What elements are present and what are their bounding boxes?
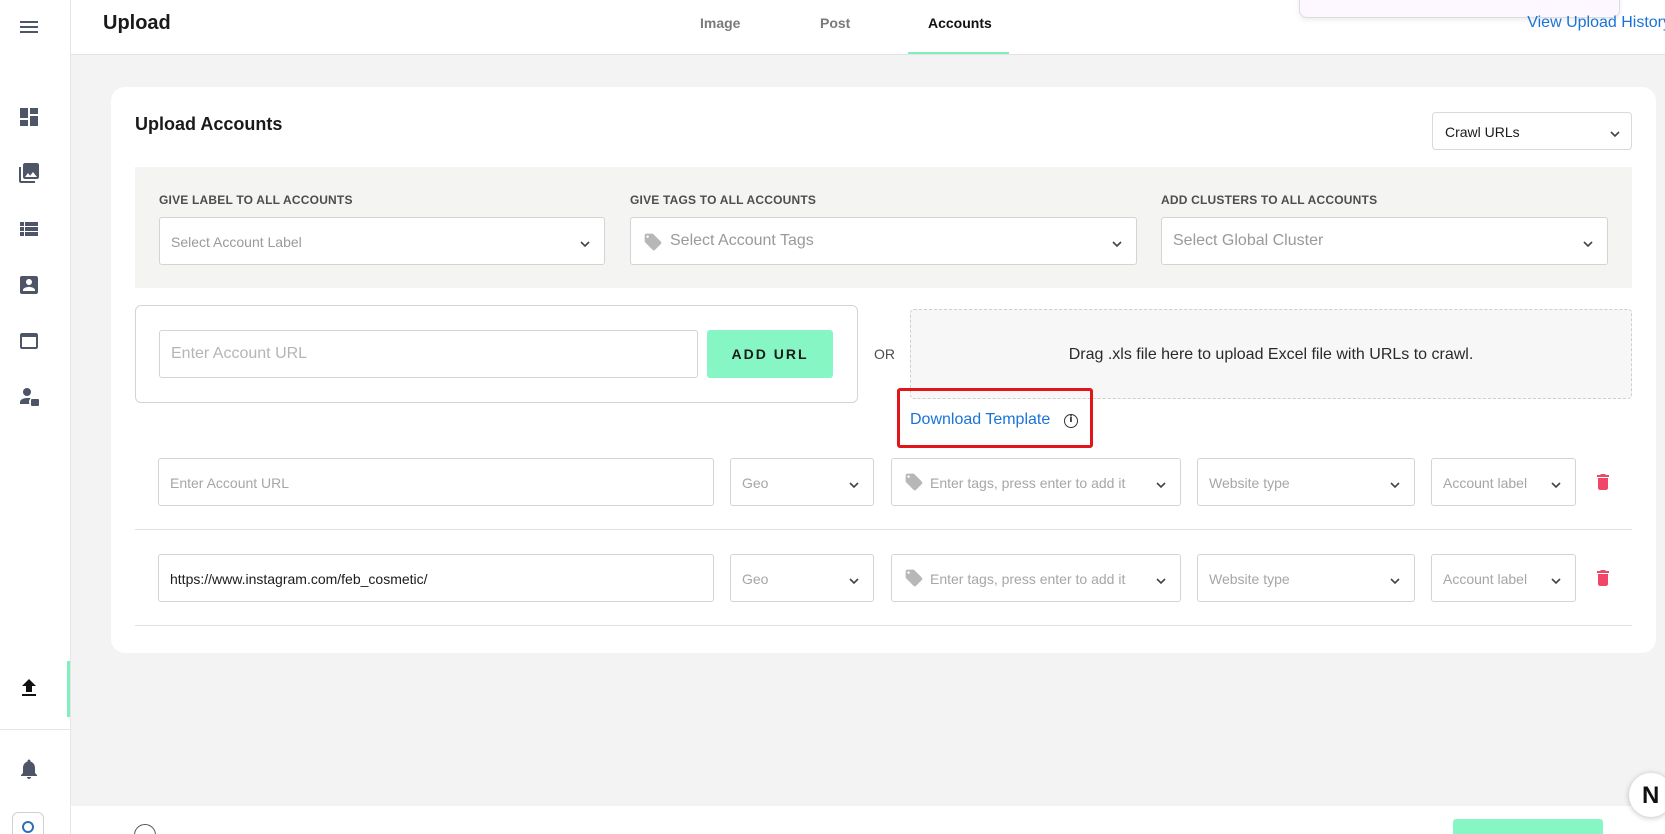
account-label-placeholder: Select Account Label (171, 234, 302, 250)
tag-icon (903, 472, 925, 492)
row-url-placeholder: Enter Account URL (170, 475, 290, 491)
website-type-select[interactable]: Website type (1197, 458, 1415, 506)
card-title: Upload Accounts (135, 114, 283, 134)
upload-accounts-card: Upload Accounts Crawl URLs GIVE LABEL TO… (111, 87, 1656, 653)
geo-placeholder: Geo (742, 571, 769, 587)
chevron-down-icon (849, 573, 859, 585)
chevron-down-icon (1390, 477, 1400, 489)
user-settings-icon[interactable] (17, 385, 41, 409)
tag-icon (642, 232, 664, 252)
account-row: Enter Account URL Geo Enter tags, press … (135, 434, 1632, 530)
crawl-mode-select[interactable]: Crawl URLs (1432, 112, 1632, 150)
geo-select[interactable]: Geo (730, 554, 874, 602)
view-upload-history-link[interactable]: View Upload History (1527, 14, 1665, 32)
download-template-link[interactable]: Download Template (910, 411, 1050, 429)
or-separator: OR (874, 346, 895, 362)
add-url-box: Enter Account URL ADD URL (135, 305, 858, 403)
chevron-down-icon (1551, 573, 1561, 585)
account-url-placeholder: Enter Account URL (171, 345, 308, 362)
chevron-down-icon (1390, 573, 1400, 585)
browser-window-icon[interactable] (17, 329, 41, 353)
top-header: Upload Image Post Accounts View Upload H… (71, 0, 1665, 55)
workspace-logo-icon (22, 821, 34, 833)
chevron-down-icon (1156, 573, 1166, 585)
tags-heading: GIVE TAGS TO ALL ACCOUNTS (630, 193, 817, 207)
delete-icon[interactable] (1597, 570, 1609, 586)
row-tags-input[interactable]: Enter tags, press enter to add it (891, 554, 1181, 602)
global-cluster-placeholder: Select Global Cluster (1173, 232, 1324, 249)
chevron-down-icon (580, 236, 590, 248)
row-tags-placeholder: Enter tags, press enter to add it (930, 571, 1126, 587)
account-tags-select[interactable]: Select Account Tags (630, 217, 1137, 265)
global-cluster-select[interactable]: Select Global Cluster (1161, 217, 1608, 265)
select-all-radio[interactable] (134, 824, 156, 834)
clusters-heading: ADD CLUSTERS TO ALL ACCOUNTS (1161, 193, 1378, 207)
chevron-down-icon (1551, 477, 1561, 489)
add-url-button[interactable]: ADD URL (707, 330, 833, 378)
tab-accounts[interactable]: Accounts (928, 15, 992, 31)
account-label-select[interactable]: Select Account Label (159, 217, 605, 265)
label-heading: GIVE LABEL TO ALL ACCOUNTS (159, 193, 353, 207)
website-type-select[interactable]: Website type (1197, 554, 1415, 602)
page-title: Upload (103, 12, 171, 34)
workspace-avatar[interactable] (12, 812, 44, 834)
dropzone-text: Drag .xls file here to upload Excel file… (1068, 346, 1474, 363)
list-icon[interactable] (17, 217, 41, 241)
row-tags-input[interactable]: Enter tags, press enter to add it (891, 458, 1181, 506)
active-nav-indicator (67, 661, 70, 717)
account-label-placeholder: Account label (1443, 571, 1528, 587)
chevron-down-icon (1610, 126, 1620, 138)
gallery-icon[interactable] (17, 161, 41, 185)
website-type-placeholder: Website type (1209, 475, 1290, 491)
row-tags-placeholder: Enter tags, press enter to add it (930, 475, 1126, 491)
account-label-select[interactable]: Account label (1431, 554, 1576, 602)
info-icon[interactable] (1064, 414, 1078, 428)
upload-icon[interactable] (17, 676, 41, 700)
account-box-icon[interactable] (17, 273, 41, 297)
dashboard-icon[interactable] (17, 105, 41, 129)
geo-placeholder: Geo (742, 475, 769, 491)
delete-icon[interactable] (1597, 474, 1609, 490)
account-tags-placeholder: Select Account Tags (670, 232, 814, 249)
crawl-mode-value: Crawl URLs (1445, 124, 1520, 140)
bottom-action-bar (71, 806, 1665, 834)
tab-image[interactable]: Image (700, 15, 740, 31)
sidebar-divider (0, 729, 71, 730)
excel-dropzone[interactable]: Drag .xls file here to upload Excel file… (910, 309, 1632, 399)
tab-post[interactable]: Post (820, 15, 850, 31)
account-label-placeholder: Account label (1443, 475, 1528, 491)
row-url-value: https://www.instagram.com/feb_cosmetic/ (170, 571, 428, 587)
active-tab-underline (908, 52, 1009, 54)
global-settings-panel: GIVE LABEL TO ALL ACCOUNTS Select Accoun… (135, 167, 1632, 288)
chevron-down-icon (849, 477, 859, 489)
account-label-select[interactable]: Account label (1431, 458, 1576, 506)
submit-button[interactable] (1453, 819, 1603, 834)
download-template-highlight: Download Template (897, 388, 1093, 448)
chevron-down-icon (1156, 477, 1166, 489)
sidebar (0, 0, 71, 834)
menu-icon[interactable] (17, 15, 41, 39)
help-chat-button[interactable]: N (1629, 773, 1665, 817)
geo-select[interactable]: Geo (730, 458, 874, 506)
chat-logo-letter: N (1642, 782, 1660, 809)
chevron-down-icon (1112, 236, 1122, 248)
account-url-input[interactable]: Enter Account URL (159, 330, 698, 378)
website-type-placeholder: Website type (1209, 571, 1290, 587)
bell-icon[interactable] (17, 757, 41, 781)
chevron-down-icon (1583, 236, 1593, 248)
account-row: https://www.instagram.com/feb_cosmetic/ … (135, 530, 1632, 626)
tag-icon (903, 568, 925, 588)
row-url-input[interactable]: Enter Account URL (158, 458, 714, 506)
row-url-input[interactable]: https://www.instagram.com/feb_cosmetic/ (158, 554, 714, 602)
